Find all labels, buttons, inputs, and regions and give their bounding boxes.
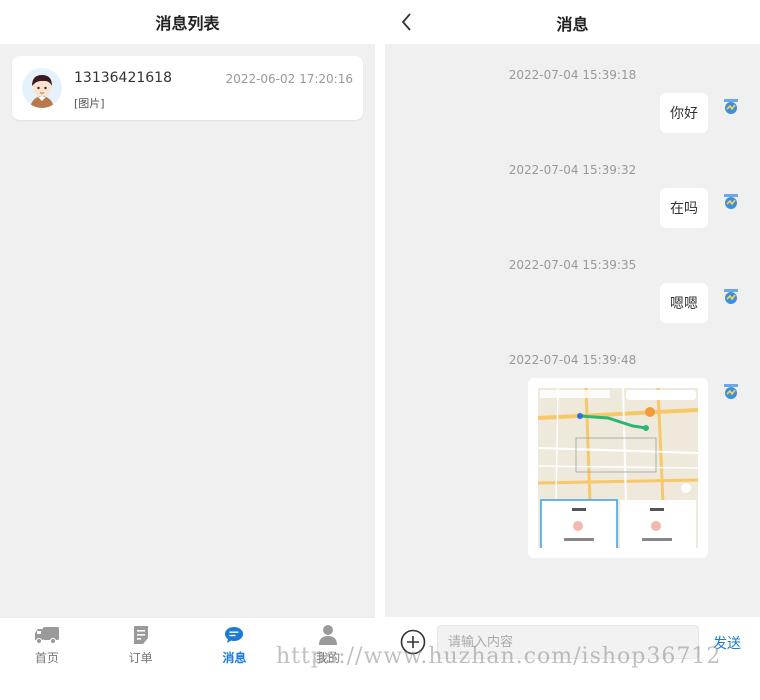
truck-icon [34, 624, 60, 646]
chat-title: 消息 [556, 15, 589, 34]
sender-avatar-icon [724, 289, 738, 304]
user-icon [315, 624, 341, 646]
panel-divider [375, 0, 385, 700]
tab-profile[interactable]: 我的 [281, 618, 375, 700]
tab-orders[interactable]: 订单 [94, 618, 188, 700]
message-timestamp: 2022-07-04 15:39:32 [508, 163, 637, 177]
message-input[interactable] [437, 625, 699, 659]
conversation-item[interactable]: 13136421618 2022-06-02 17:20:16 [图片] [12, 56, 363, 120]
send-button[interactable]: 发送 [713, 633, 741, 653]
map-image [538, 388, 698, 548]
tab-label: 消息 [222, 651, 247, 665]
chat-bubble-icon [221, 624, 247, 646]
conversation-name: 13136421618 [74, 70, 172, 86]
map-screenshot [538, 388, 698, 548]
chat-panel: 消息 2022-07-04 15:39:18 你好 2022-07-04 15:… [385, 0, 760, 700]
document-icon [128, 624, 154, 646]
tab-label: 首页 [34, 651, 59, 665]
conversation-time: 2022-06-02 17:20:16 [225, 72, 353, 86]
conversation-list-panel: 消息列表 13136421618 2022-06-02 17:20:16 [图片… [0, 0, 375, 700]
tab-messages[interactable]: 消息 [188, 618, 282, 700]
message-input-bar: 发送 [385, 617, 760, 700]
user-avatar-icon [22, 68, 62, 108]
tab-label: 我的 [316, 651, 341, 665]
sender-avatar-icon [724, 194, 738, 209]
sender-avatar-icon [724, 384, 738, 399]
bottom-tab-bar: 首页 订单 消息 我的 [0, 617, 375, 700]
message-timestamp: 2022-07-04 15:39:18 [508, 68, 637, 82]
image-message[interactable] [528, 378, 708, 558]
avatar [22, 68, 62, 108]
message-bubble[interactable]: 在吗 [660, 188, 708, 228]
message-timestamp: 2022-07-04 15:39:35 [508, 258, 637, 272]
conversation-preview: [图片] [74, 97, 105, 110]
list-header: 消息列表 [0, 0, 375, 44]
message-bubble[interactable]: 你好 [660, 93, 708, 133]
page-title: 消息列表 [155, 14, 220, 33]
message-bubble[interactable]: 嗯嗯 [660, 283, 708, 323]
sender-avatar-icon [724, 99, 738, 114]
chat-header: 消息 [385, 0, 760, 44]
tab-home[interactable]: 首页 [0, 618, 94, 700]
tab-label: 订单 [128, 651, 153, 665]
message-timestamp: 2022-07-04 15:39:48 [508, 353, 637, 367]
add-attachment-icon[interactable] [400, 629, 426, 655]
